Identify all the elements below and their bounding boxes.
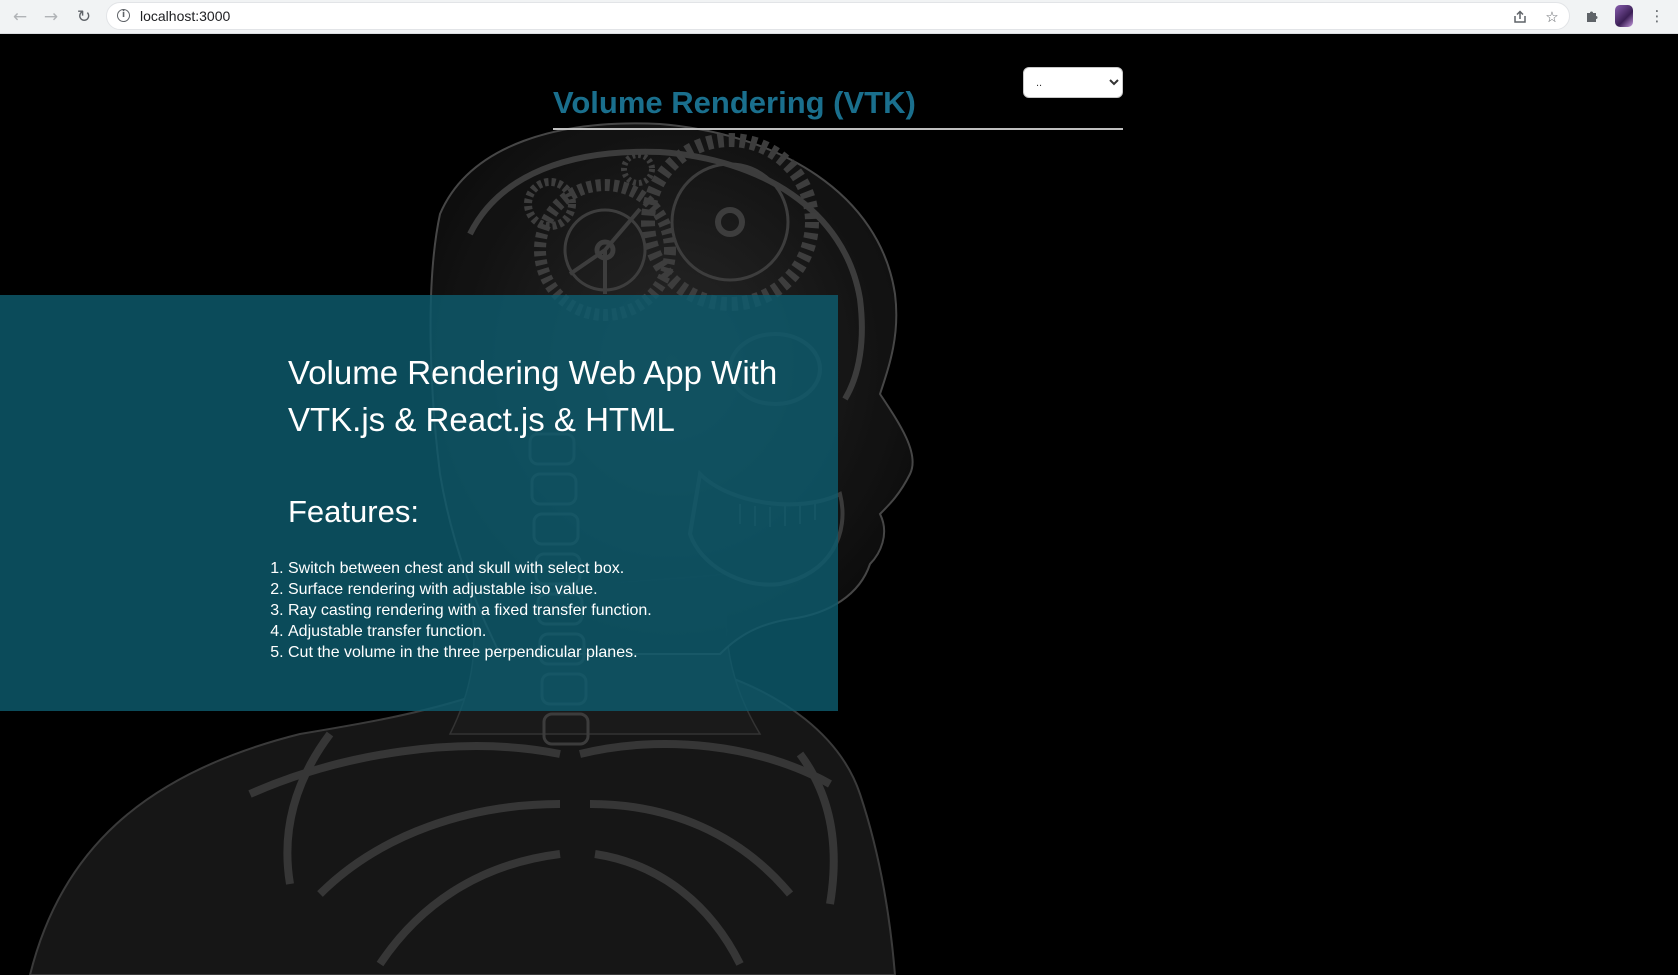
site-info-icon[interactable]: i (117, 9, 130, 22)
kebab-menu-icon[interactable]: ⋮ (1646, 5, 1668, 27)
browser-toolbar: ← → ↻ i localhost:3000 ☆ ⋮ (0, 0, 1678, 34)
page-body: Volume Rendering (VTK) .. Volume Renderi… (0, 34, 1678, 975)
intro-heading: Volume Rendering Web App With VTK.js & R… (288, 354, 778, 438)
address-bar[interactable]: i localhost:3000 ☆ (106, 2, 1570, 30)
reload-icon[interactable]: ↻ (72, 5, 96, 29)
url-text[interactable]: localhost:3000 (140, 8, 230, 24)
forward-arrow-icon[interactable]: → (39, 5, 63, 29)
extensions-puzzle-icon[interactable] (1581, 5, 1603, 27)
back-arrow-icon[interactable]: ← (8, 5, 32, 29)
feature-item: Cut the volume in the three perpendicula… (288, 642, 652, 663)
features-heading: Features: (288, 494, 419, 529)
page-title: Volume Rendering (VTK) (553, 84, 916, 120)
profile-avatar[interactable] (1615, 5, 1633, 27)
feature-item: Switch between chest and skull with sele… (288, 558, 652, 579)
feature-item: Ray casting rendering with a fixed trans… (288, 600, 652, 621)
share-icon[interactable] (1510, 7, 1530, 27)
intro-panel: Volume Rendering Web App With VTK.js & R… (0, 295, 838, 711)
model-select[interactable]: .. (1023, 67, 1123, 98)
bookmark-star-icon[interactable]: ☆ (1542, 7, 1562, 27)
feature-item: Adjustable transfer function. (288, 621, 652, 642)
features-list: Switch between chest and skull with sele… (264, 558, 652, 663)
feature-item: Surface rendering with adjustable iso va… (288, 579, 652, 600)
header-divider (553, 128, 1123, 130)
